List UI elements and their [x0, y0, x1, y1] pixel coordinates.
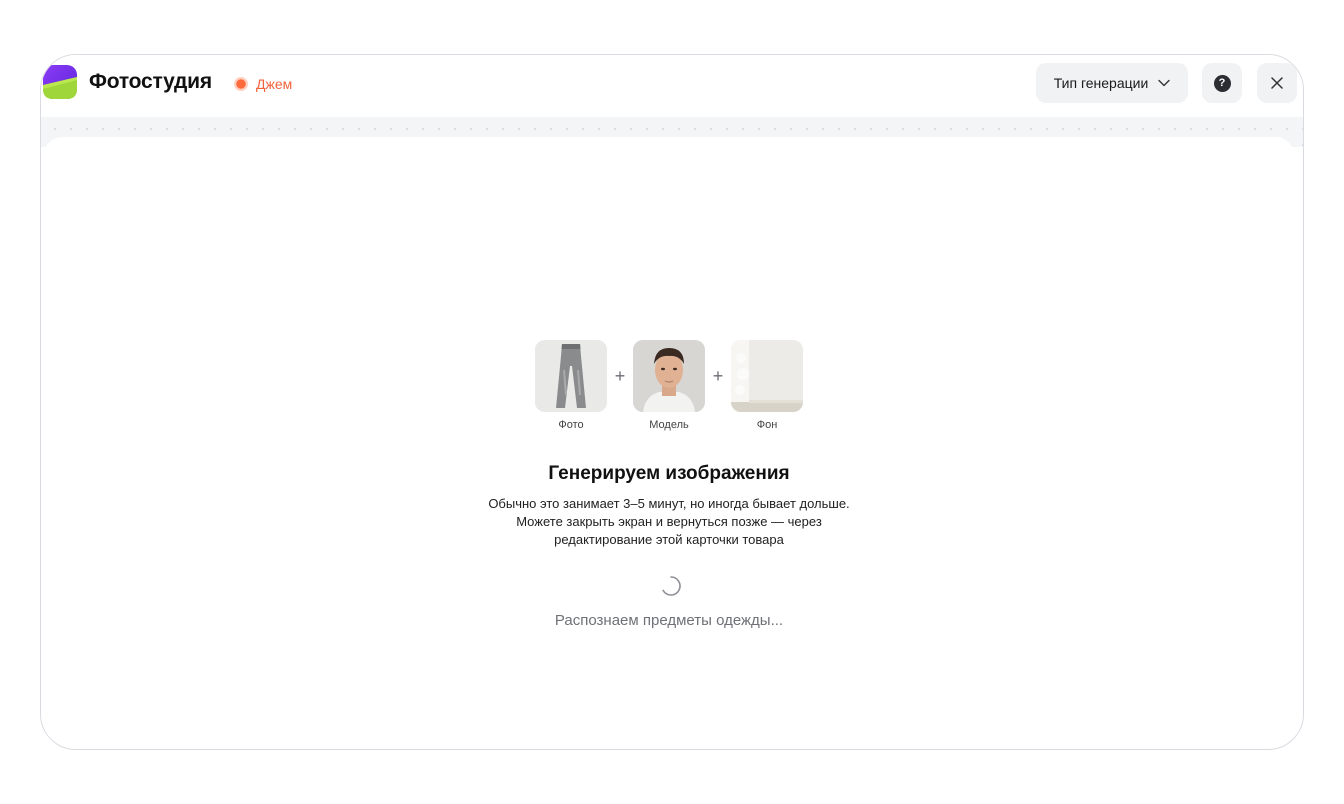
background-thumbnail: [731, 340, 803, 412]
close-icon: [1271, 77, 1283, 89]
plus-separator: +: [712, 365, 724, 386]
help-button[interactable]: ?: [1202, 63, 1242, 103]
close-button[interactable]: [1257, 63, 1297, 103]
jeans-photo-thumbnail: [535, 340, 607, 412]
badge-label: Джем: [256, 76, 293, 92]
header: Фотостудия Джем Тип генерации ?: [41, 55, 1303, 117]
progress-heading: Генерируем изображения: [548, 463, 790, 484]
plan-badge: Джем: [234, 74, 292, 94]
app-logo-icon: [43, 65, 77, 99]
progress-status: Распознаем предметы одежды...: [554, 612, 784, 629]
tile-caption: Фон: [756, 419, 778, 431]
generation-panel: Фото + Модель + Фон Генерируем изображен…: [43, 137, 1295, 749]
app-title: Фотостудия: [89, 70, 212, 93]
help-icon: ?: [1213, 74, 1231, 92]
chevron-down-icon: [1158, 79, 1170, 87]
generation-type-label: Тип генерации: [1053, 75, 1149, 91]
tile-caption: Модель: [649, 419, 689, 431]
input-tile-background: Фон: [731, 340, 803, 431]
description-line: редактирование этой карточки товара: [554, 532, 784, 547]
description-line: Можете закрыть экран и вернуться позже —…: [516, 514, 822, 529]
progress-description: Обычно это занимает 3–5 минут, но иногда…: [43, 495, 1295, 549]
input-tiles: Фото + Модель + Фон: [43, 340, 1295, 431]
generation-type-dropdown[interactable]: Тип генерации: [1036, 63, 1188, 103]
tile-caption: Фото: [558, 419, 584, 431]
plus-separator: +: [614, 365, 626, 386]
input-tile-photo: Фото: [535, 340, 607, 431]
status-dot-icon: [234, 77, 248, 91]
loading-spinner-icon: [662, 576, 681, 596]
description-line: Обычно это занимает 3–5 минут, но иногда…: [488, 496, 850, 511]
photostudio-window: Фотостудия Джем Тип генерации ? Фото + М…: [40, 54, 1304, 750]
model-portrait-thumbnail: [633, 340, 705, 412]
input-tile-model: Модель: [633, 340, 705, 431]
